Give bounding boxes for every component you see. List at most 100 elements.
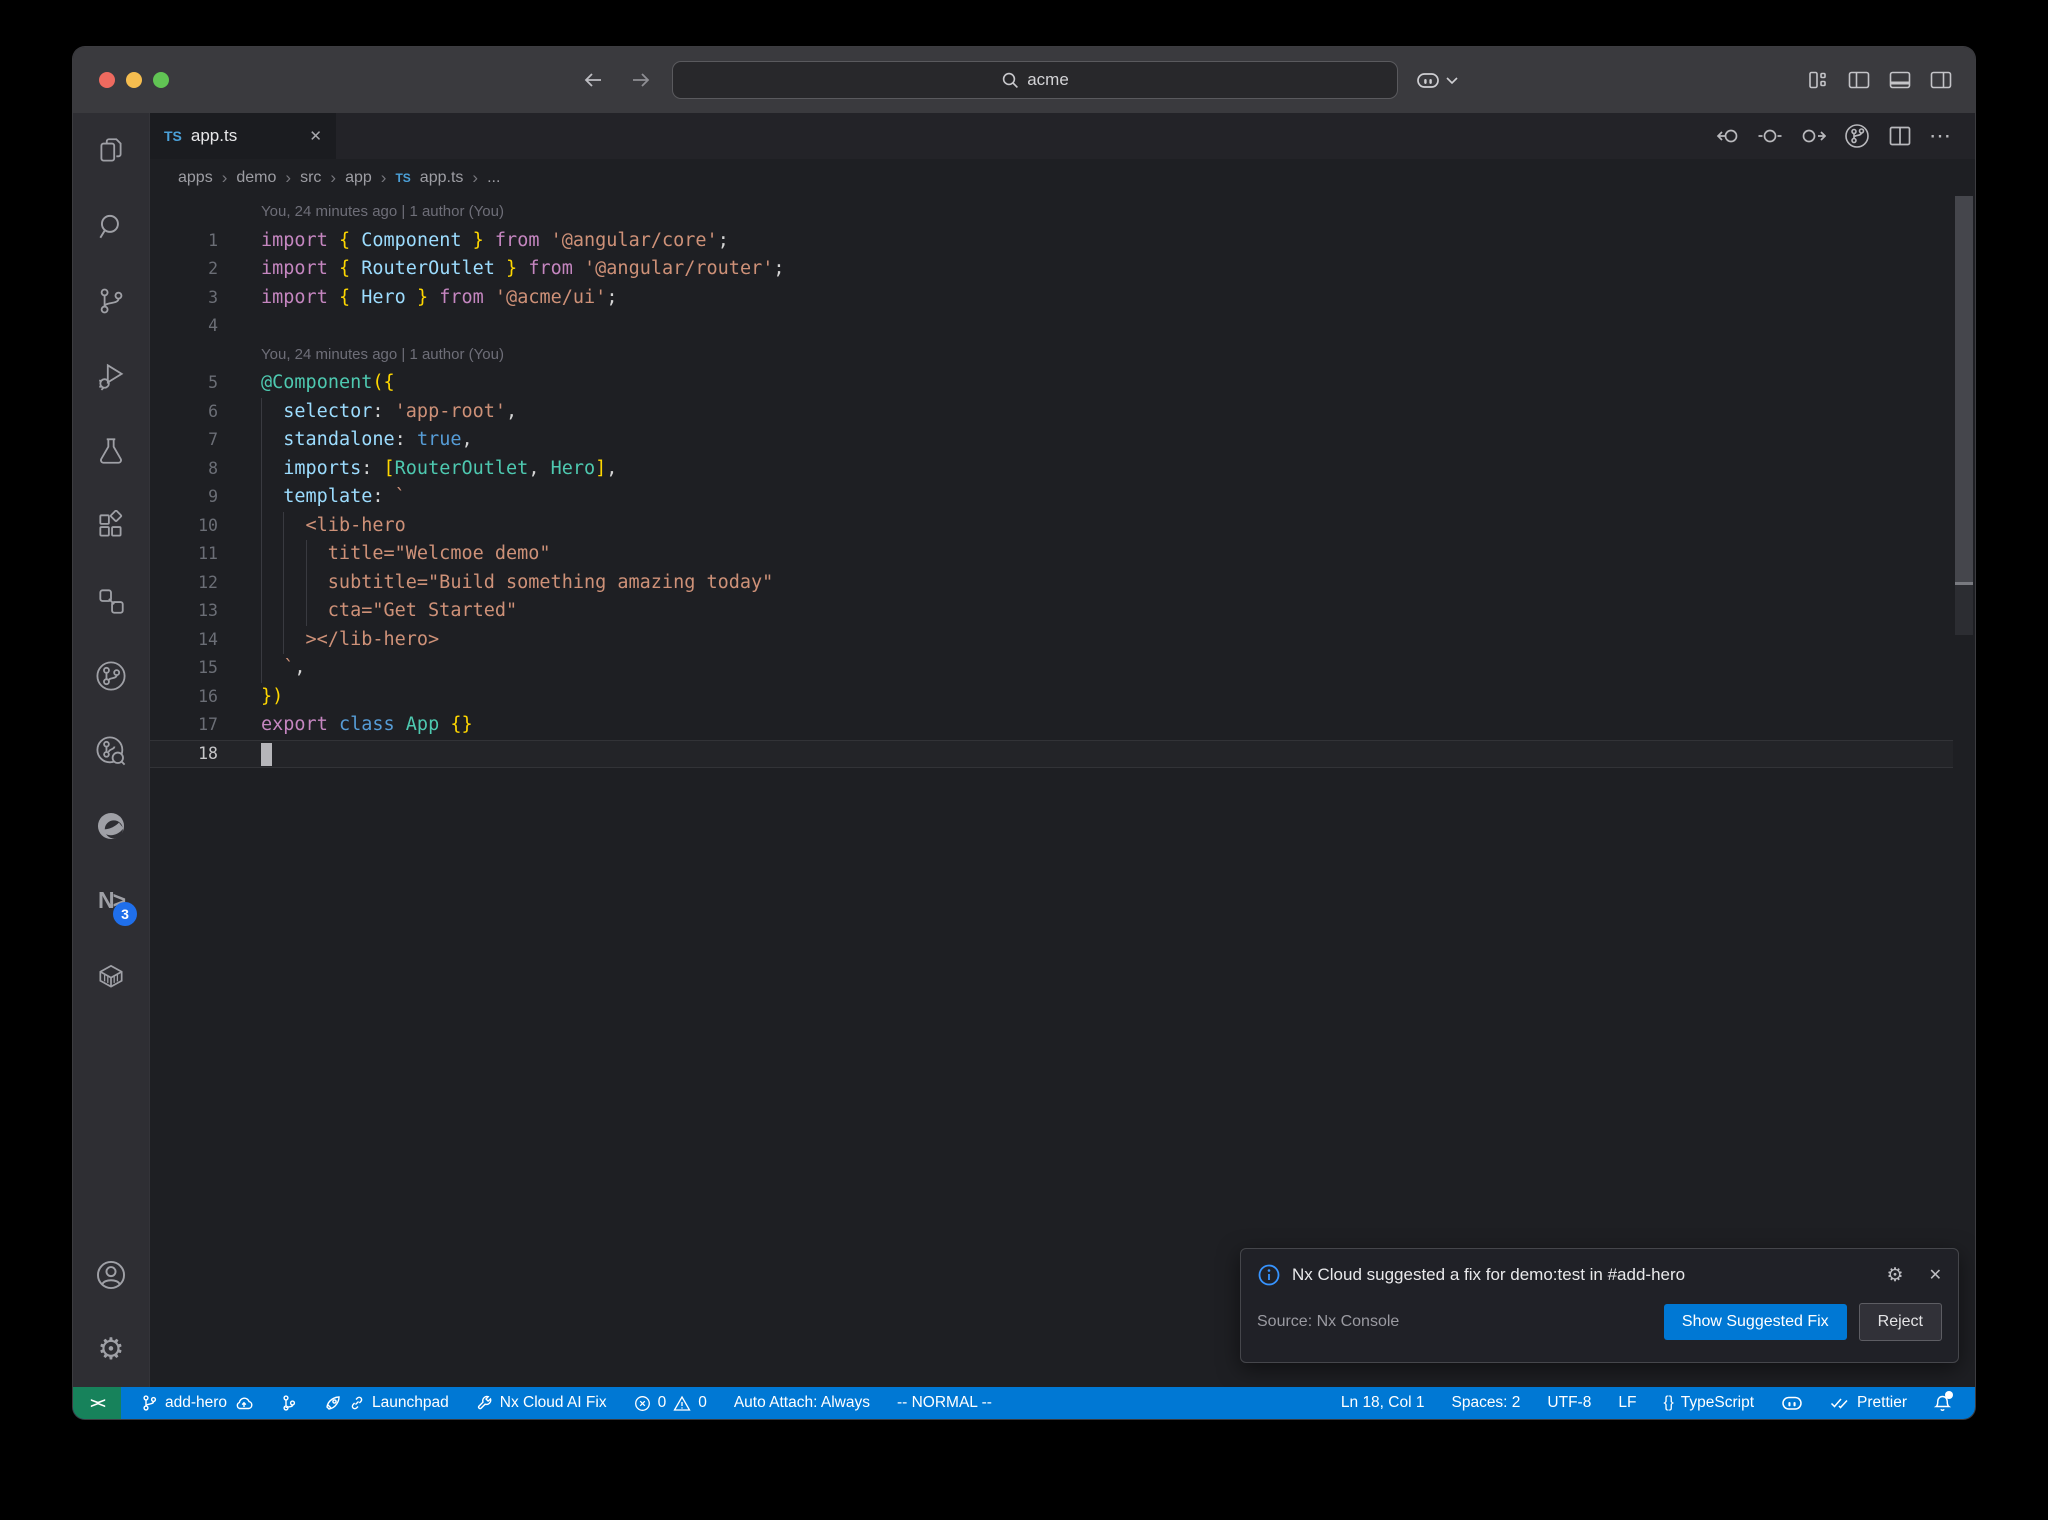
git-history-icon[interactable] bbox=[73, 713, 149, 788]
search-sidebar-icon[interactable] bbox=[73, 188, 149, 263]
more-actions-icon[interactable]: ⋯ bbox=[1929, 123, 1953, 149]
code-line[interactable]: 16}) bbox=[150, 683, 1953, 712]
title-bar[interactable]: acme bbox=[73, 47, 1975, 113]
nx-fix-label: Nx Cloud AI Fix bbox=[499, 1394, 607, 1411]
git-graph-action-icon[interactable] bbox=[1843, 122, 1871, 150]
edge-browser-icon[interactable] bbox=[73, 788, 149, 863]
notification-toast: Nx Cloud suggested a fix for demo:test i… bbox=[1240, 1248, 1959, 1363]
container-tools-icon[interactable] bbox=[73, 938, 149, 1013]
problems-status-item[interactable]: 0 0 bbox=[634, 1394, 707, 1412]
line-number bbox=[150, 341, 218, 370]
zoom-window-button[interactable] bbox=[153, 72, 169, 88]
code-line[interactable]: 10 <lib-hero bbox=[150, 511, 1953, 540]
line-number: 14 bbox=[198, 629, 218, 649]
copilot-status-icon[interactable] bbox=[1781, 1394, 1803, 1412]
code-line[interactable]: 4 bbox=[150, 312, 1953, 341]
code-line[interactable]: 6 selector: 'app-root', bbox=[150, 397, 1953, 426]
line-number: 8 bbox=[208, 458, 218, 478]
code-line[interactable]: 2 import { RouterOutlet } from '@angular/… bbox=[150, 255, 1953, 284]
code-line[interactable]: 5 @Component({ bbox=[150, 369, 1953, 398]
cursor-position-status-item[interactable]: Ln 18, Col 1 bbox=[1341, 1394, 1425, 1412]
code-line[interactable]: 18 bbox=[150, 740, 1953, 769]
code-line[interactable]: 9 template: ` bbox=[150, 483, 1953, 512]
breadcrumb-symbol-more[interactable]: ... bbox=[487, 169, 500, 187]
remote-indicator[interactable]: >< bbox=[73, 1387, 121, 1419]
vim-mode-status-item[interactable]: -- NORMAL -- bbox=[897, 1394, 992, 1412]
tab-app-ts[interactable]: TS app.ts ✕ bbox=[150, 113, 336, 159]
tab-close-icon[interactable]: ✕ bbox=[309, 127, 322, 145]
code-text: selector: 'app-root', bbox=[261, 397, 517, 426]
split-editor-icon[interactable] bbox=[1888, 125, 1912, 147]
scrollbar-thumb[interactable] bbox=[1955, 196, 1973, 582]
explorer-icon[interactable] bbox=[73, 113, 149, 188]
breadcrumb-file[interactable]: app.ts bbox=[420, 169, 464, 187]
show-suggested-fix-button[interactable]: Show Suggested Fix bbox=[1663, 1304, 1847, 1340]
breadcrumb-item[interactable]: apps bbox=[178, 169, 213, 187]
branch-status-item[interactable]: add-hero bbox=[141, 1394, 254, 1412]
breadcrumb-item[interactable]: demo bbox=[236, 169, 276, 187]
settings-gear-icon[interactable]: ⚙ bbox=[73, 1312, 149, 1387]
error-count: 0 bbox=[657, 1394, 667, 1411]
code-line[interactable]: 17 export class App {} bbox=[150, 711, 1953, 740]
previous-change-icon[interactable] bbox=[1714, 125, 1740, 147]
testing-icon[interactable] bbox=[73, 413, 149, 488]
prettier-status-item[interactable]: Prettier bbox=[1830, 1394, 1907, 1412]
language-mode-status-item[interactable]: {} TypeScript bbox=[1663, 1394, 1754, 1412]
git-graph-view-icon[interactable] bbox=[73, 638, 149, 713]
nx-console-icon[interactable]: N> 3 bbox=[73, 863, 149, 938]
blame-annotation-row[interactable]: You, 24 minutes ago | 1 author (You) bbox=[150, 198, 1953, 227]
toggle-secondary-sidebar-icon[interactable] bbox=[1929, 70, 1953, 90]
code-line[interactable]: 11 title="Welcmoe demo" bbox=[150, 540, 1953, 569]
breadcrumb-separator-icon: › bbox=[285, 167, 292, 187]
code-line[interactable]: 12 subtitle="Build something amazing toda… bbox=[150, 568, 1953, 597]
wrench-icon bbox=[477, 1395, 492, 1409]
copilot-menu-button[interactable] bbox=[1415, 47, 1459, 113]
customize-layout-icon[interactable] bbox=[1806, 70, 1830, 90]
code-line[interactable]: 7 standalone: true, bbox=[150, 426, 1953, 455]
line-number: 15 bbox=[198, 658, 218, 677]
git-graph-status-icon[interactable] bbox=[281, 1394, 297, 1412]
code-line[interactable]: 1 import { Component } from '@angular/cor… bbox=[150, 227, 1953, 256]
nx-project-graph-icon[interactable] bbox=[73, 563, 149, 638]
notification-close-icon[interactable]: ✕ bbox=[1929, 1265, 1942, 1285]
code-line[interactable]: 15 `, bbox=[150, 654, 1953, 683]
code-editor[interactable]: You, 24 minutes ago | 1 author (You) 1 imp… bbox=[150, 196, 1953, 1387]
toggle-primary-sidebar-icon[interactable] bbox=[1847, 70, 1871, 90]
source-control-icon[interactable] bbox=[73, 263, 149, 338]
indentation-status-item[interactable]: Spaces: 2 bbox=[1451, 1394, 1520, 1412]
code-line[interactable]: 13 cta="Get Started" bbox=[150, 597, 1953, 626]
blame-annotation-row[interactable]: You, 24 minutes ago | 1 author (You) bbox=[150, 341, 1953, 370]
nx-cloud-ai-fix-status-item[interactable]: Nx Cloud AI Fix bbox=[476, 1394, 607, 1412]
launchpad-status-item[interactable]: Launchpad bbox=[324, 1394, 449, 1412]
toggle-panel-icon[interactable] bbox=[1888, 70, 1912, 90]
command-center-search[interactable]: acme bbox=[672, 61, 1398, 99]
desktop-background: acme N> 3 ⚙ TS app.ts ✕ ⋯ apps › demo › … bbox=[0, 0, 2048, 1520]
code-line[interactable]: 8 imports: [RouterOutlet, Hero], bbox=[150, 454, 1953, 483]
navigate-back-icon[interactable] bbox=[581, 70, 605, 90]
eol-status-item[interactable]: LF bbox=[1618, 1394, 1636, 1412]
double-check-icon bbox=[1831, 1398, 1848, 1409]
current-change-icon[interactable] bbox=[1757, 125, 1783, 147]
breadcrumb-item[interactable]: app bbox=[345, 169, 372, 187]
line-number: 7 bbox=[208, 430, 218, 449]
line-number: 3 bbox=[208, 287, 218, 307]
code-line[interactable]: 14 ></lib-hero> bbox=[150, 625, 1953, 654]
code-text: export class App {} bbox=[261, 714, 473, 735]
notification-settings-icon[interactable]: ⚙ bbox=[1887, 1264, 1904, 1287]
notifications-bell-icon[interactable] bbox=[1934, 1391, 1953, 1412]
code-text: import { Hero } from '@acme/ui'; bbox=[261, 286, 618, 308]
line-number bbox=[150, 198, 218, 227]
accounts-icon[interactable] bbox=[73, 1237, 149, 1312]
indent-guide bbox=[305, 568, 328, 597]
code-line[interactable]: 3 import { Hero } from '@acme/ui'; bbox=[150, 284, 1953, 313]
close-window-button[interactable] bbox=[99, 72, 115, 88]
run-debug-icon[interactable] bbox=[73, 338, 149, 413]
breadcrumb-item[interactable]: src bbox=[300, 169, 321, 187]
reject-button[interactable]: Reject bbox=[1858, 1303, 1942, 1341]
auto-attach-status-item[interactable]: Auto Attach: Always bbox=[734, 1394, 870, 1412]
minimize-window-button[interactable] bbox=[126, 72, 142, 88]
encoding-status-item[interactable]: UTF-8 bbox=[1547, 1394, 1591, 1412]
next-change-icon[interactable] bbox=[1800, 125, 1826, 147]
extensions-icon[interactable] bbox=[73, 488, 149, 563]
navigate-forward-icon[interactable] bbox=[629, 70, 653, 90]
